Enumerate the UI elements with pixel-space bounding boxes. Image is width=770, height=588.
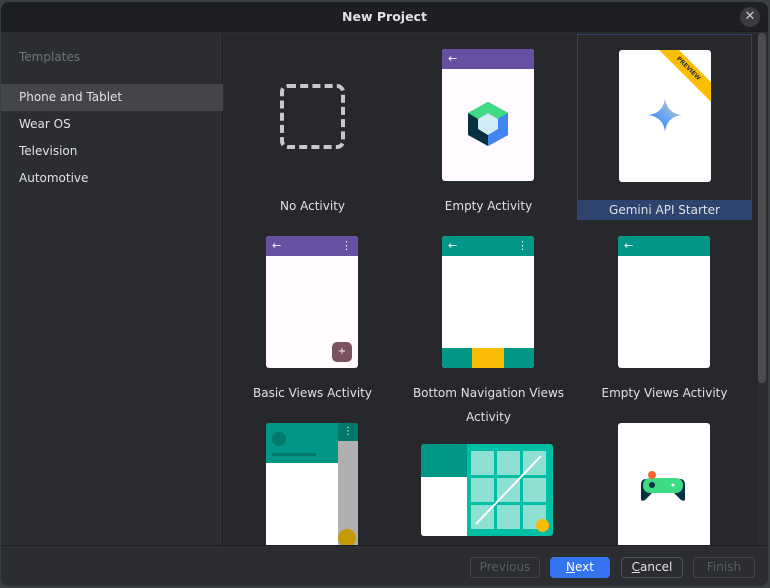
resize-arrow-icon: [471, 451, 546, 529]
cancel-label: ancel: [640, 560, 673, 574]
template-responsive-views[interactable]: [401, 408, 576, 545]
sidebar-item-wear-os[interactable]: Wear OS: [1, 111, 223, 138]
template-grid: No Activity ← Empty Activity PREVIEW Gem…: [224, 33, 758, 545]
new-project-dialog: New Project ✕ Templates Phone and Tablet…: [1, 2, 768, 586]
back-arrow-icon: ←: [442, 49, 534, 69]
next-label: ext: [575, 560, 594, 574]
template-bottom-navigation-views-activity[interactable]: ← ⋮ Bottom Navigation Views Activity: [401, 221, 576, 424]
template-label: Basic Views Activity: [252, 386, 372, 400]
back-arrow-icon: ← ⋮: [442, 236, 534, 256]
sidebar: Templates Phone and Tablet Wear OS Telev…: [1, 33, 223, 545]
template-label: Gemini API Starter: [578, 200, 751, 220]
template-no-activity[interactable]: No Activity: [225, 34, 400, 220]
overflow-menu-icon: ⋮: [517, 239, 528, 252]
template-empty-views-activity[interactable]: ← Empty Views Activity: [577, 221, 752, 407]
overflow-menu-icon: ⋮: [341, 239, 352, 252]
back-arrow-icon: ←: [618, 236, 710, 256]
fab-icon: +: [332, 342, 352, 362]
next-mnemonic: N: [566, 560, 575, 574]
title-bar: New Project ✕: [1, 2, 768, 32]
previous-button[interactable]: Previous: [470, 557, 540, 578]
gamepad-icon: [641, 471, 685, 501]
gemini-sparkle-icon: [648, 98, 682, 132]
template-label: No Activity: [279, 199, 345, 213]
dialog-footer: Previous Next Cancel Finish: [1, 545, 768, 586]
next-button[interactable]: Next: [550, 557, 610, 578]
sidebar-item-automotive[interactable]: Automotive: [1, 165, 223, 192]
back-arrow-icon: ← ⋮: [266, 236, 358, 256]
overflow-menu-icon: ⋮: [338, 423, 358, 441]
template-label: Empty Activity: [444, 199, 533, 213]
sidebar-item-television[interactable]: Television: [1, 138, 223, 165]
sidebar-item-phone-and-tablet[interactable]: Phone and Tablet: [1, 84, 223, 111]
finish-button[interactable]: Finish: [693, 557, 755, 578]
dashed-square-icon: [280, 84, 345, 149]
cancel-button[interactable]: Cancel: [621, 557, 683, 578]
template-label: Empty Views Activity: [601, 386, 728, 400]
template-empty-activity[interactable]: ← Empty Activity: [401, 34, 576, 220]
tablet-thumbnail: [421, 444, 553, 536]
scrollbar-thumb[interactable]: [758, 33, 766, 383]
template-navigation-drawer[interactable]: ⋮: [225, 408, 400, 545]
bottom-nav-bar: [442, 348, 534, 368]
template-gemini-api-starter[interactable]: PREVIEW Gemini API Starter: [577, 34, 752, 220]
template-label: Bottom Navigation Views Activity: [412, 386, 565, 424]
template-game-activity[interactable]: [577, 408, 752, 545]
close-icon[interactable]: ✕: [740, 7, 760, 27]
cancel-mnemonic: C: [631, 560, 641, 574]
compose-logo-icon: [468, 102, 508, 146]
dialog-title: New Project: [342, 9, 427, 24]
sidebar-header: Templates: [19, 50, 81, 64]
template-basic-views-activity[interactable]: ← ⋮ + Basic Views Activity: [225, 221, 400, 407]
